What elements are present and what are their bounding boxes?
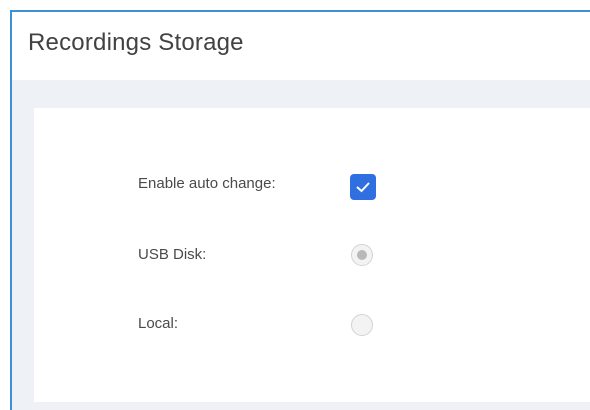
page-title: Recordings Storage [28, 29, 244, 56]
radio-selected-dot [357, 250, 367, 260]
recordings-storage-panel: Recordings Storage Enable auto change: U… [0, 0, 590, 410]
local-label: Local: [138, 315, 179, 332]
usb-disk-label: USB Disk: [138, 246, 207, 263]
checkmark-icon [356, 182, 370, 193]
settings-card [34, 108, 590, 402]
enable-auto-change-checkbox[interactable] [350, 174, 376, 200]
enable-auto-change-label: Enable auto change: [138, 175, 276, 192]
panel-header: Recordings Storage [12, 12, 590, 80]
usb-disk-radio[interactable] [351, 244, 373, 266]
local-radio[interactable] [351, 314, 373, 336]
